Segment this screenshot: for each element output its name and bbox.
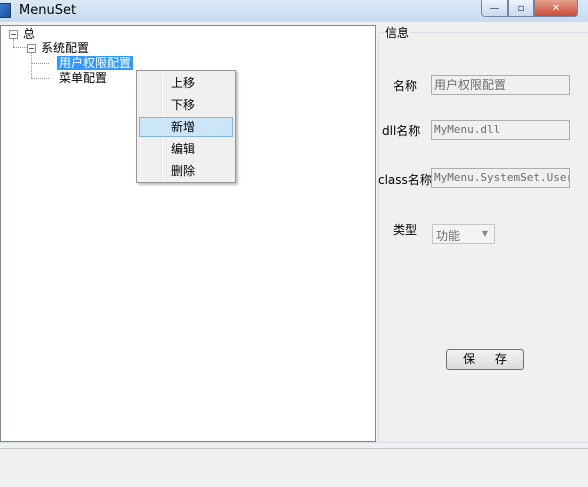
menu-item-move-up[interactable]: 上移 xyxy=(139,73,233,93)
context-menu: 上移 下移 新增 编辑 删除 xyxy=(136,70,236,183)
group-title: 信息 xyxy=(384,24,411,41)
type-label: 类型 xyxy=(393,223,418,237)
tree-node-label: 菜单配置 xyxy=(59,71,108,85)
name-label: 名称 xyxy=(393,79,418,93)
close-button[interactable]: ✕ xyxy=(534,0,578,17)
tree-connector xyxy=(13,39,14,47)
app-icon[interactable] xyxy=(0,3,11,18)
class-name-field[interactable]: MyMenu.SystemSet.UserS xyxy=(431,168,570,188)
title-bar: MenuSet — ▫ ✕ xyxy=(0,0,588,22)
maximize-button[interactable]: ▫ xyxy=(508,0,534,17)
window-title: MenuSet xyxy=(19,3,77,18)
tree-node-label: 系统配置 xyxy=(41,41,90,55)
status-area-border xyxy=(0,448,588,449)
menu-item-edit[interactable]: 编辑 xyxy=(139,139,233,159)
tree-connector xyxy=(31,63,49,64)
save-button[interactable]: 保 存 xyxy=(446,349,524,370)
menu-item-move-down[interactable]: 下移 xyxy=(139,95,233,115)
tree-connector xyxy=(31,53,32,78)
separator xyxy=(0,442,588,443)
menu-item-add[interactable]: 新增 xyxy=(139,117,233,137)
collapse-toggle-system-config[interactable]: − xyxy=(27,44,36,53)
tree-node-label: 用户权限配置 xyxy=(57,56,134,70)
minimize-button[interactable]: — xyxy=(481,0,508,17)
chevron-down-icon: ▼ xyxy=(481,229,489,238)
type-dropdown-value: 功能 xyxy=(436,229,461,243)
info-group: 信息 名称 用户权限配置 dll名称 MyMenu.dll class名称 My… xyxy=(378,24,588,442)
dll-name-label: dll名称 xyxy=(382,124,421,138)
tree-node-label: 总 xyxy=(23,27,36,41)
tree-connector xyxy=(31,78,49,79)
class-name-label: class名称 xyxy=(378,173,432,187)
client-area: − 总 − 系统配置 用户权限配置 菜单配置 上移 下移 新增 编辑 删除 信息… xyxy=(0,22,588,487)
dll-name-field[interactable]: MyMenu.dll xyxy=(431,120,570,140)
name-field[interactable]: 用户权限配置 xyxy=(431,75,570,95)
type-dropdown[interactable]: 功能 ▼ xyxy=(432,224,495,244)
menu-item-delete[interactable]: 删除 xyxy=(139,161,233,181)
collapse-toggle-root[interactable]: − xyxy=(9,30,18,39)
